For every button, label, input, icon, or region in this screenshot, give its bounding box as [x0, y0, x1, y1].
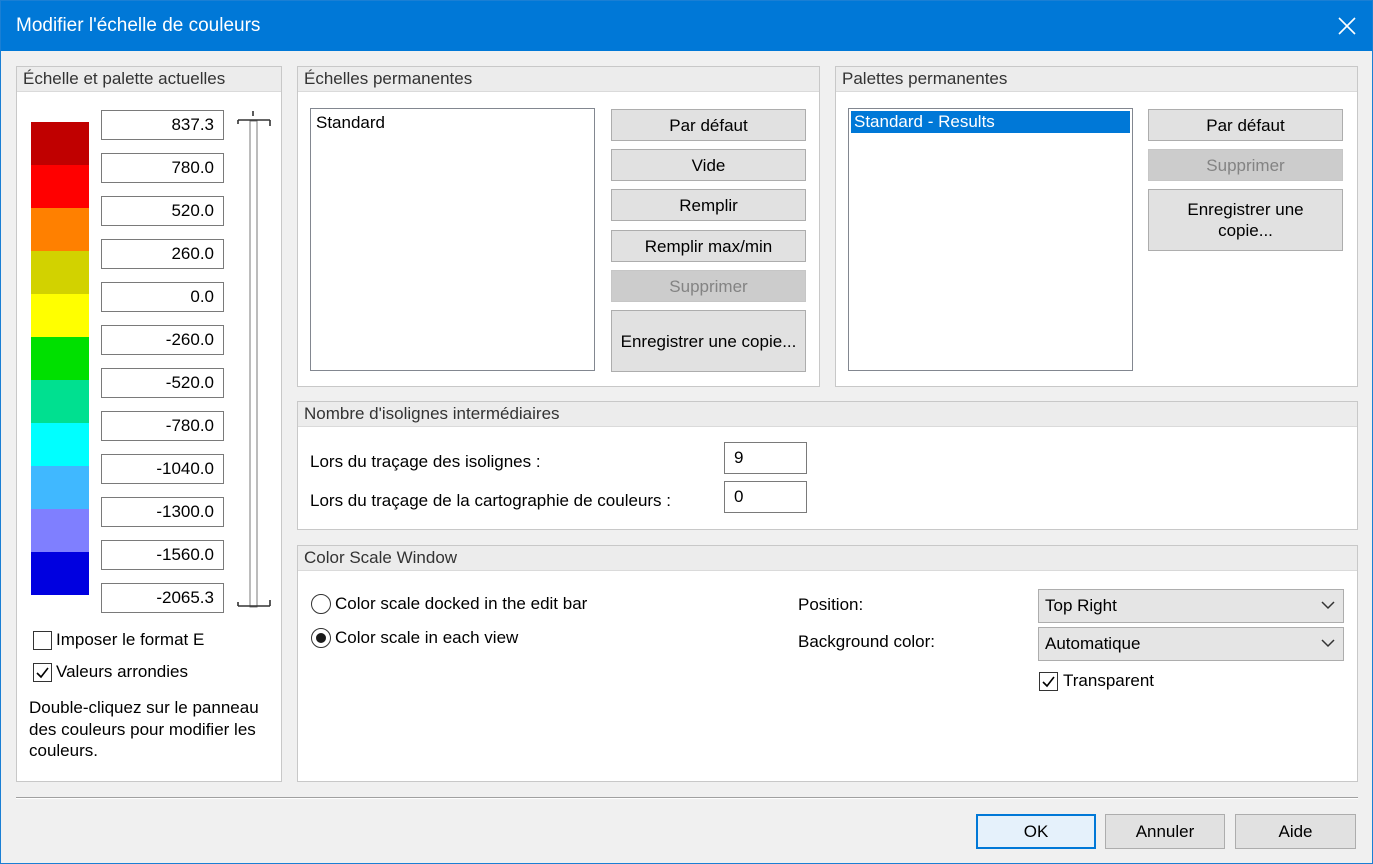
- colormap-count-field[interactable]: 0: [724, 481, 807, 513]
- permanent-scales-group: Échelles permanentes Standard Par défaut…: [297, 66, 820, 387]
- palette-hint: Double-cliquez sur le panneau des couleu…: [29, 698, 259, 760]
- position-label: Position:: [798, 595, 864, 614]
- list-item-selected[interactable]: Standard - Results: [851, 111, 1130, 133]
- scale-value-field[interactable]: -520.0: [101, 368, 224, 398]
- current-scale-header: Échelle et palette actuelles: [17, 67, 281, 92]
- palettes-default-button[interactable]: Par défaut: [1148, 109, 1343, 141]
- checkmark-icon: [1042, 676, 1055, 688]
- each-view-radio[interactable]: [311, 628, 331, 648]
- docked-radio-label: Color scale docked in the edit bar: [335, 594, 588, 613]
- scale-value-field[interactable]: -1300.0: [101, 497, 224, 527]
- close-button[interactable]: [1322, 1, 1372, 51]
- help-button[interactable]: Aide: [1235, 814, 1356, 849]
- scales-list[interactable]: Standard: [310, 108, 595, 371]
- scale-value-field[interactable]: -260.0: [101, 325, 224, 355]
- rounded-values-checkbox[interactable]: [33, 663, 52, 682]
- colormap-label: Lors du traçage de la cartographie de co…: [310, 491, 672, 510]
- close-icon: [1338, 17, 1356, 35]
- isolines-header: Nombre d'isolignes intermédiaires: [298, 402, 1357, 427]
- position-value: Top Right: [1045, 596, 1117, 615]
- scale-value-field[interactable]: -1560.0: [101, 540, 224, 570]
- palettes-list[interactable]: Standard - Results: [848, 108, 1133, 371]
- color-swatch[interactable]: [31, 380, 89, 423]
- color-swatch[interactable]: [31, 165, 89, 208]
- each-view-radio-label: Color scale in each view: [335, 628, 519, 647]
- chevron-down-icon: [1321, 639, 1335, 648]
- color-swatch[interactable]: [31, 552, 89, 595]
- list-item[interactable]: Standard: [316, 113, 385, 133]
- scale-value-field[interactable]: 520.0: [101, 196, 224, 226]
- impose-format-e-checkbox[interactable]: [33, 631, 52, 650]
- scale-value-field[interactable]: -1040.0: [101, 454, 224, 484]
- color-swatch[interactable]: [31, 466, 89, 509]
- color-scale-window-group: Color Scale Window Color scale docked in…: [297, 545, 1358, 782]
- scales-empty-button[interactable]: Vide: [611, 149, 806, 181]
- permanent-palettes-header: Palettes permanentes: [836, 67, 1357, 92]
- footer-separator: [16, 797, 1358, 799]
- radio-dot: [316, 633, 326, 643]
- isolines-count-field[interactable]: 9: [724, 442, 807, 474]
- cancel-button[interactable]: Annuler: [1105, 814, 1225, 849]
- background-color-label: Background color:: [798, 632, 936, 651]
- checkmark-icon: [36, 667, 49, 679]
- permanent-palettes-group: Palettes permanentes Standard - Results …: [835, 66, 1358, 387]
- scales-save-copy-button[interactable]: Enregistrer une copie...: [611, 310, 806, 372]
- color-swatch[interactable]: [31, 337, 89, 380]
- scale-value-field[interactable]: 260.0: [101, 239, 224, 269]
- transparent-checkbox[interactable]: [1039, 672, 1058, 691]
- isolines-label: Lors du traçage des isolignes :: [310, 452, 541, 471]
- color-swatch[interactable]: [31, 294, 89, 337]
- color-scale-window-header: Color Scale Window: [298, 546, 1357, 571]
- docked-radio[interactable]: [311, 594, 331, 614]
- color-swatch[interactable]: [31, 208, 89, 251]
- color-swatch[interactable]: [31, 122, 89, 165]
- palettes-delete-button[interactable]: Supprimer: [1148, 149, 1343, 181]
- position-dropdown[interactable]: Top Right: [1038, 589, 1344, 623]
- range-slider[interactable]: [235, 107, 275, 619]
- scales-fill-maxmin-button[interactable]: Remplir max/min: [611, 230, 806, 262]
- scale-value-field[interactable]: 780.0: [101, 153, 224, 183]
- dialog-window: Modifier l'échelle de couleurs Échelle e…: [0, 0, 1373, 864]
- title-bar: Modifier l'échelle de couleurs: [1, 1, 1372, 51]
- scale-value-field[interactable]: -2065.3: [101, 583, 224, 613]
- color-swatch[interactable]: [31, 423, 89, 466]
- scale-value-field[interactable]: 0.0: [101, 282, 224, 312]
- chevron-down-icon: [1321, 601, 1335, 610]
- dialog-title: Modifier l'échelle de couleurs: [16, 15, 261, 36]
- rounded-values-label: Valeurs arrondies: [56, 662, 188, 681]
- scales-delete-button[interactable]: Supprimer: [611, 270, 806, 302]
- background-color-dropdown[interactable]: Automatique: [1038, 627, 1344, 661]
- scales-default-button[interactable]: Par défaut: [611, 109, 806, 141]
- scales-fill-button[interactable]: Remplir: [611, 189, 806, 221]
- background-color-value: Automatique: [1045, 634, 1141, 653]
- transparent-label: Transparent: [1063, 671, 1155, 690]
- permanent-scales-header: Échelles permanentes: [298, 67, 819, 92]
- ok-button[interactable]: OK: [976, 814, 1096, 849]
- color-swatch[interactable]: [31, 509, 89, 552]
- color-swatch[interactable]: [31, 251, 89, 294]
- current-scale-group: Échelle et palette actuelles 837.3 780.0…: [16, 66, 282, 782]
- isolines-group: Nombre d'isolignes intermédiaires Lors d…: [297, 401, 1358, 530]
- scale-value-field[interactable]: -780.0: [101, 411, 224, 441]
- palettes-save-copy-button[interactable]: Enregistrer une copie...: [1148, 189, 1343, 251]
- impose-format-e-label: Imposer le format E: [56, 630, 205, 649]
- scale-value-field[interactable]: 837.3: [101, 110, 224, 140]
